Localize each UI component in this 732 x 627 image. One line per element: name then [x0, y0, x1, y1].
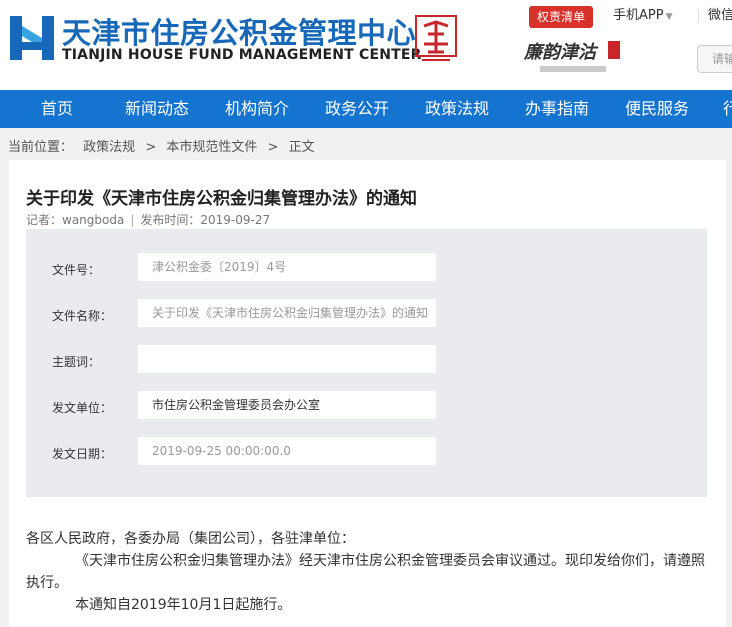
body-paragraph: 《天津市住房公积金归集管理办法》经天津市住房公积金管理委员会审议通过。现印发给你… — [26, 553, 705, 591]
doc-name-label: 文件名称： — [52, 309, 113, 323]
site-header: 天津市住房公积金管理中心 TIANJIN HOUSE FUND MANAGEME… — [0, 0, 732, 90]
article-meta: 记者：wangboda | 发布时间：2019-09-27 — [26, 211, 270, 228]
breadcrumb-item-policies[interactable]: 政策法规 — [83, 140, 135, 155]
mobile-app-link[interactable]: 手机APP ▼ — [613, 6, 673, 27]
issue-date-value: 2019-09-25 00:00:00.0 — [138, 437, 436, 465]
wechat-link[interactable]: 微信 — [708, 6, 732, 26]
tianjin-gov-seal-icon[interactable] — [414, 12, 458, 64]
article-card: 关于印发《天津市住房公积金归集管理办法》的通知 记者：wangboda | 发布时间… — [9, 160, 726, 627]
power-list-button[interactable]: 权责清单 — [529, 6, 593, 28]
document-info-panel: 文件号： 津公积金委〔2019〕4号 文件名称： 关于印发《天津市住房公积金归集… — [26, 229, 707, 497]
body-salutation: 各区人民政府，各委办局（集团公司），各驻津单位： — [26, 531, 355, 547]
lianyun-jingu-logo-icon[interactable]: 廉韵津沽 — [522, 38, 632, 76]
nav-item-government-affairs[interactable]: 政务公开 — [325, 90, 389, 128]
breadcrumb-item-current: 正文 — [288, 140, 315, 155]
svg-text:廉韵津沽: 廉韵津沽 — [523, 42, 599, 63]
issuing-unit-value: 市住房公积金管理委员会办公室 — [138, 391, 436, 419]
main-nav: 首页 新闻动态 机构简介 政务公开 政策法规 办事指南 便民服务 行 — [0, 90, 732, 128]
nav-item-about[interactable]: 机构简介 — [225, 90, 289, 128]
fund-center-logo-icon[interactable] — [6, 12, 58, 64]
site-title-en: TIANJIN HOUSE FUND MANAGEMENT CENTER — [62, 47, 422, 63]
subject-keywords-label: 主题词： — [52, 355, 101, 369]
issuing-unit-label: 发文单位： — [52, 401, 113, 415]
nav-item-public-services[interactable]: 便民服务 — [625, 90, 689, 128]
doc-number-label: 文件号： — [52, 263, 101, 277]
breadcrumb-label: 当前位置： — [8, 140, 74, 155]
mobile-app-label: 手机APP — [613, 8, 664, 23]
doc-number-value: 津公积金委〔2019〕4号 — [138, 253, 436, 281]
article-author: 记者：wangboda — [26, 213, 125, 227]
breadcrumb-item-normative-docs[interactable]: 本市规范性文件 — [166, 140, 257, 155]
search-input[interactable]: 请输入 — [697, 45, 732, 73]
chevron-down-icon: ▼ — [665, 12, 673, 22]
article-title: 关于印发《天津市住房公积金归集管理办法》的通知 — [26, 189, 417, 209]
issue-date-label: 发文日期： — [52, 447, 113, 461]
nav-item-policies[interactable]: 政策法规 — [425, 90, 489, 128]
doc-name-value: 关于印发《天津市住房公积金归集管理办法》的通知 — [138, 299, 436, 327]
breadcrumb-separator: > — [267, 140, 279, 155]
nav-item-service-guide[interactable]: 办事指南 — [525, 90, 589, 128]
site-title-cn[interactable]: 天津市住房公积金管理中心 — [62, 10, 416, 52]
subject-keywords-value — [138, 345, 436, 373]
nav-item-home[interactable]: 首页 — [41, 90, 73, 128]
header-divider — [698, 9, 699, 23]
meta-divider: | — [130, 213, 135, 227]
article-publish-time: 发布时间：2019-09-27 — [140, 213, 271, 227]
body-paragraph-effective: 本通知自2019年10月1日起施行。 — [75, 597, 292, 613]
article-body: 各区人民政府，各委办局（集团公司），各驻津单位： 《天津市住房公积金归集管理办法… — [26, 528, 708, 616]
nav-item-news[interactable]: 新闻动态 — [125, 90, 189, 128]
nav-item-overflow[interactable]: 行 — [723, 90, 732, 128]
breadcrumb-separator: > — [145, 140, 157, 155]
breadcrumb: 当前位置： 政策法规 > 本市规范性文件 > 正文 — [8, 136, 321, 155]
